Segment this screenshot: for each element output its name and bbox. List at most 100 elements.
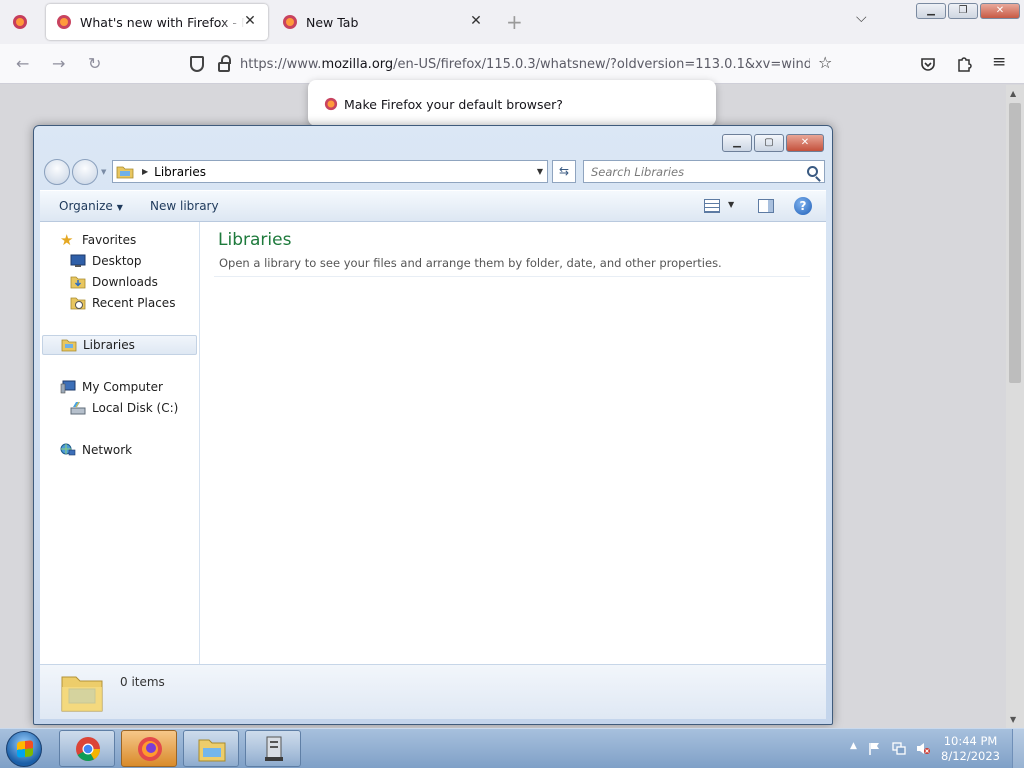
back-arrow-icon[interactable]: ← <box>16 54 29 73</box>
tab-new-tab[interactable]: New Tab ✕ <box>272 4 494 40</box>
firefox-tab-icon <box>57 15 71 29</box>
firefox-nav-bar: ← → ↻ https://www.mozilla.org/en-US/fire… <box>0 44 1024 84</box>
lock-icon[interactable] <box>218 55 231 72</box>
close-button[interactable]: ✕ <box>786 134 824 152</box>
search-input[interactable] <box>584 161 794 182</box>
shield-icon[interactable] <box>190 56 204 72</box>
taskbar-explorer[interactable] <box>183 730 239 767</box>
address-bar[interactable]: ▶ Libraries ▼ <box>112 160 548 183</box>
show-hidden-icons-icon[interactable]: ▲ <box>850 741 857 751</box>
nav-item-my-computer[interactable]: My Computer <box>60 377 163 397</box>
nav-item-downloads[interactable]: Downloads <box>70 272 158 292</box>
nav-item-label: Favorites <box>82 233 137 247</box>
system-tray: ▲ 10:44 PM 8/12/2023 <box>834 729 1024 768</box>
firefox-icon <box>138 737 162 761</box>
tab-whats-new[interactable]: What's new with Firefox - More ✕ <box>46 4 268 40</box>
scroll-up-icon[interactable]: ▲ <box>1010 89 1016 98</box>
nav-item-recent-places[interactable]: Recent Places <box>70 293 175 313</box>
search-icon[interactable] <box>807 166 818 177</box>
new-library-button[interactable]: New library <box>150 199 219 213</box>
nav-item-libraries[interactable]: Libraries <box>42 335 197 355</box>
nav-item-local-disk[interactable]: Local Disk (C:) <box>70 398 178 418</box>
scrollbar-thumb[interactable] <box>1009 103 1021 383</box>
new-tab-plus-icon[interactable]: + <box>506 10 523 34</box>
nav-item-label: My Computer <box>82 380 163 394</box>
change-view-icon[interactable] <box>704 199 720 213</box>
caret-down-icon: ▼ <box>116 203 123 212</box>
tab-title: What's new with Firefox - More <box>80 14 245 30</box>
page-scrollbar[interactable]: ▲ ▼ <box>1006 85 1024 728</box>
popup-text: Make Firefox your default browser? <box>344 97 563 112</box>
breadcrumb[interactable]: Libraries <box>154 165 206 179</box>
libraries-folder-icon <box>116 166 134 178</box>
minimize-button[interactable]: ▁ <box>722 134 752 152</box>
help-icon[interactable]: ? <box>794 197 812 215</box>
document-viewer-icon <box>265 736 283 761</box>
nav-item-label: Recent Places <box>92 296 176 310</box>
taskbar-document-viewer[interactable] <box>245 730 301 767</box>
clock-time: 10:44 PM <box>943 734 998 748</box>
nav-item-label: Libraries <box>83 338 135 352</box>
clock[interactable]: 10:44 PM 8/12/2023 <box>941 734 1000 764</box>
start-button[interactable] <box>6 731 42 767</box>
minimize-button[interactable]: ▁ <box>916 3 946 19</box>
hamburger-menu-icon[interactable]: ≡ <box>992 52 1006 72</box>
nav-item-network[interactable]: Network <box>60 440 132 460</box>
back-button[interactable] <box>44 159 70 185</box>
page-title: Libraries <box>218 230 292 250</box>
taskbar: ▲ 10:44 PM 8/12/2023 <box>0 728 1024 768</box>
clock-date: 8/12/2023 <box>941 749 1000 763</box>
taskbar-chrome[interactable] <box>59 730 115 767</box>
scroll-down-icon[interactable]: ▼ <box>1010 715 1016 724</box>
close-icon[interactable]: ✕ <box>468 13 484 29</box>
url-text[interactable]: https://www.mozilla.org/en-US/firefox/11… <box>240 57 810 72</box>
item-count: 0 items <box>120 675 165 689</box>
action-center-flag-icon[interactable] <box>868 742 882 755</box>
taskbar-firefox[interactable] <box>121 730 177 767</box>
chrome-icon <box>76 737 100 762</box>
firefox-menu-icon[interactable] <box>12 14 28 30</box>
nav-item-label: Desktop <box>92 254 142 268</box>
refresh-button[interactable]: ⇆ <box>552 160 576 183</box>
navigation-pane: ★ Favorites Desktop Downloads Recent Pla… <box>40 222 200 664</box>
network-icon <box>60 443 76 456</box>
volume-muted-icon[interactable] <box>916 742 930 755</box>
close-icon[interactable]: ✕ <box>242 13 258 29</box>
view-dropdown-icon[interactable]: ▼ <box>728 200 734 209</box>
reload-icon[interactable]: ↻ <box>88 54 101 73</box>
restore-button[interactable]: ❐ <box>948 3 978 19</box>
firefox-logo-icon <box>324 97 338 111</box>
computer-icon <box>60 380 76 394</box>
maximize-button[interactable]: ▢ <box>754 134 784 152</box>
nav-item-favorites[interactable]: ★ Favorites <box>60 230 136 250</box>
recent-places-icon <box>70 297 86 310</box>
extensions-puzzle-icon[interactable] <box>956 55 972 72</box>
nav-item-label: Network <box>82 443 133 457</box>
libraries-explorer-window: ▁ ▢ ✕ ▼ ▶ Libraries ▼ ⇆ Organize▼ New li… <box>33 125 833 725</box>
bookmark-star-icon[interactable]: ☆ <box>818 53 832 72</box>
url-bar[interactable]: https://www.mozilla.org/en-US/firefox/11… <box>180 50 816 78</box>
organize-button[interactable]: Organize ▼ <box>59 199 123 213</box>
nav-item-desktop[interactable]: Desktop <box>70 251 142 271</box>
close-button[interactable]: ✕ <box>980 3 1020 19</box>
pocket-icon[interactable] <box>920 56 936 72</box>
url-domain: mozilla.org <box>321 56 394 72</box>
firefox-tab-bar: What's new with Firefox - More ✕ New Tab… <box>0 0 1024 44</box>
forward-button[interactable] <box>72 159 98 185</box>
breadcrumb-arrow-icon[interactable]: ▶ <box>142 167 148 176</box>
nav-item-label: Downloads <box>92 275 158 289</box>
network-status-icon[interactable] <box>892 742 906 755</box>
details-pane: 0 items <box>40 664 826 719</box>
preview-pane-icon[interactable] <box>758 199 774 213</box>
recent-pages-chevron-icon[interactable]: ▼ <box>101 168 106 176</box>
forward-arrow-icon[interactable]: → <box>52 54 65 73</box>
desktop-icon <box>70 254 86 267</box>
firefox-window-controls: ▁ ❐ ✕ <box>916 3 1020 19</box>
firefox-tab-icon <box>283 15 297 29</box>
refresh-icon: ⇆ <box>558 164 570 178</box>
show-desktop-button[interactable] <box>1012 729 1024 768</box>
page-description: Open a library to see your files and arr… <box>219 256 722 270</box>
downloads-icon <box>70 276 86 289</box>
chevron-down-icon[interactable]: ⌵ <box>856 10 867 26</box>
address-dropdown-icon[interactable]: ▼ <box>537 167 543 176</box>
